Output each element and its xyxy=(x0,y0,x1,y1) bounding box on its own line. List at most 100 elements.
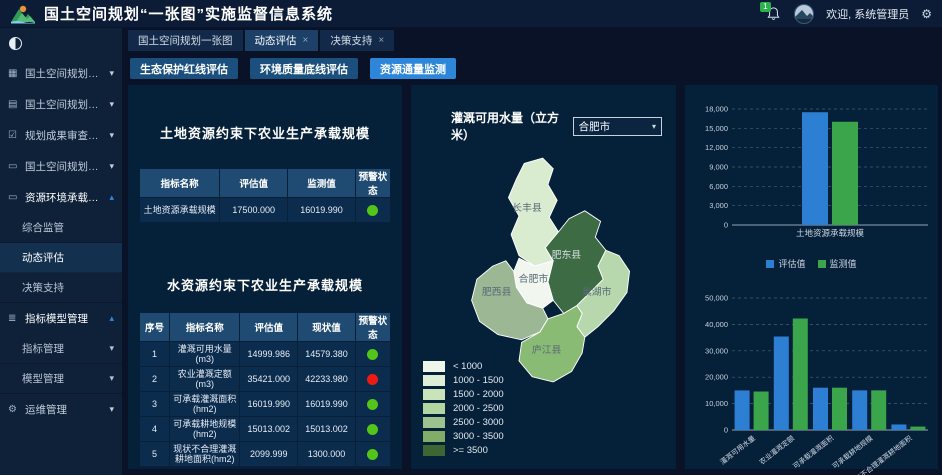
sidebar-subitem-指标管理[interactable]: 指标管理▾ xyxy=(0,334,122,364)
y-tick-label: 40,000 xyxy=(705,320,728,329)
x-tick-label: 可承载灌溉面积 xyxy=(791,433,835,470)
tab-决策支持[interactable]: 决策支持× xyxy=(320,30,394,51)
table-cell: 16019.990 xyxy=(298,392,356,417)
chevron-down-icon: ▾ xyxy=(106,68,114,79)
sidebar-item-5[interactable]: ≣指标模型管理▴ xyxy=(0,303,122,334)
toolbar-button-环境质量底线评估[interactable]: 环境质量底线评估 xyxy=(250,58,358,79)
legend-item-监测值: 监测值 xyxy=(818,257,857,270)
water-chart: 010,00020,00030,00040,00050,000灌溉可用水量农业灌… xyxy=(690,290,934,475)
toolbar-button-生态保护红线评估[interactable]: 生态保护红线评估 xyxy=(130,58,238,79)
app-header: 国土空间规划“一张图”实施监督信息系统 1 欢迎, 系统管理员 ⚙ xyxy=(0,0,942,28)
status-dot-green xyxy=(367,349,378,360)
y-tick-label: 10,000 xyxy=(705,399,728,408)
status-dot-green xyxy=(367,449,378,460)
map-region-label: 长丰县 xyxy=(512,201,542,214)
table-row: 土地资源承载规模17500.00016019.990 xyxy=(140,198,391,223)
legend-swatch xyxy=(423,403,445,414)
table-cell: 土地资源承载规模 xyxy=(140,198,220,223)
table-row: 5现状不合理灌溉耕地面积(hm2)2099.9991300.000 xyxy=(140,442,391,467)
legend-label: < 1000 xyxy=(453,361,482,372)
map-region-label: 肥东县 xyxy=(551,248,581,261)
x-tick-label: 可承载耕地规模 xyxy=(830,433,874,470)
table-cell: 17500.000 xyxy=(220,198,288,223)
bar-监测值 xyxy=(871,390,886,430)
tab-label: 动态评估 xyxy=(255,33,297,48)
status-dot-green xyxy=(367,424,378,435)
land-chart: 03,0006,0009,00012,00015,00018,000土地资源承载… xyxy=(690,101,934,270)
sidebar-item-3[interactable]: ▭国土空间规划监测评估预警▾ xyxy=(0,151,122,182)
status-cell xyxy=(355,442,390,467)
notification-badge: 1 xyxy=(760,2,770,12)
column-header: 序号 xyxy=(140,313,170,342)
map-panel: 灌溉可用水量（立方米） 合肥市 ▾ 长丰县肥东县合肥市肥西县巢湖市庐江县 < 1… xyxy=(411,85,676,469)
notifications-button[interactable]: 1 xyxy=(766,6,782,22)
table-cell: 现状不合理灌溉耕地面积(hm2) xyxy=(170,442,240,467)
tab-国土空间规划一张图[interactable]: 国土空间规划一张图 xyxy=(128,30,243,51)
tab-动态评估[interactable]: 动态评估 × xyxy=(245,30,319,51)
sidebar-subitem-综合监管[interactable]: 综合监管 xyxy=(0,213,122,243)
sidebar-subitem-动态评估[interactable]: 动态评估 xyxy=(0,243,122,273)
table-cell: 14999.986 xyxy=(240,342,298,367)
y-tick-label: 0 xyxy=(723,221,727,230)
map-region-label: 巢湖市 xyxy=(581,285,611,298)
settings-icon[interactable]: ⚙ xyxy=(921,7,932,21)
monitor-icon: ▭ xyxy=(8,161,21,172)
legend-item: 3000 - 3500 xyxy=(423,429,504,443)
analysis-icon: ▤ xyxy=(8,99,21,110)
chevron-down-icon: ▾ xyxy=(106,161,114,172)
close-icon[interactable]: × xyxy=(378,35,384,46)
bar-评估值 xyxy=(802,112,828,225)
toolbar-button-资源通量监测[interactable]: 资源通量监测 xyxy=(370,58,456,79)
sidebar-item-6[interactable]: ⚙运维管理▾ xyxy=(0,394,122,425)
column-header: 监测值 xyxy=(288,169,356,198)
table-row: 2农业灌溉定额(m3)35421.00042233.980 xyxy=(140,367,391,392)
table-header-row: 指标名称评估值监测值预警状态 xyxy=(140,169,391,198)
table-cell: 灌溉可用水量(m3) xyxy=(170,342,240,367)
map-title: 灌溉可用水量（立方米） xyxy=(451,109,573,143)
chevron-up-icon: ▴ xyxy=(106,192,114,203)
city-select[interactable]: 合肥市 ▾ xyxy=(573,117,662,136)
legend-label: 2000 - 2500 xyxy=(453,403,504,414)
column-header: 评估值 xyxy=(220,169,288,198)
legend-item: >= 3500 xyxy=(423,443,504,457)
water-resource-table: 序号指标名称评估值现状值预警状态1灌溉可用水量(m3)14999.9861457… xyxy=(139,312,391,467)
legend-swatch xyxy=(423,375,445,386)
status-dot-red xyxy=(367,374,378,385)
avatar[interactable] xyxy=(794,4,814,24)
table-cell: 可承载灌溉面积(hm2) xyxy=(170,392,240,417)
sidebar-item-label: 运维管理 xyxy=(25,402,67,417)
close-icon[interactable]: × xyxy=(303,35,309,46)
sidebar-subitem-决策支持[interactable]: 决策支持 xyxy=(0,273,122,303)
chart1-legend: 评估值监测值 xyxy=(690,257,934,270)
bar-监测值 xyxy=(910,427,925,430)
legend-item-评估值: 评估值 xyxy=(766,257,805,270)
legend-item: 1000 - 1500 xyxy=(423,373,504,387)
bar-评估值 xyxy=(773,336,788,430)
table-row: 1灌溉可用水量(m3)14999.98614579.380 xyxy=(140,342,391,367)
sidebar-subitem-label: 指标管理 xyxy=(22,341,64,356)
sidebar-item-label: 指标模型管理 xyxy=(25,311,88,326)
y-tick-label: 18,000 xyxy=(705,105,728,114)
map-region-label: 合肥市 xyxy=(518,272,548,285)
status-cell xyxy=(355,367,390,392)
monitor-icon: ▭ xyxy=(8,192,21,203)
check-icon: ☑ xyxy=(8,130,21,141)
map-icon: ▦ xyxy=(8,68,21,79)
sidebar-subitem-label: 决策支持 xyxy=(22,280,64,295)
sidebar-item-2[interactable]: ☑规划成果审查与管理▾ xyxy=(0,120,122,151)
table-cell: 2 xyxy=(140,367,170,392)
sidebar-subitem-模型管理[interactable]: 模型管理▾ xyxy=(0,364,122,394)
column-header: 指标名称 xyxy=(170,313,240,342)
table-cell: 35421.000 xyxy=(240,367,298,392)
y-tick-label: 15,000 xyxy=(705,124,728,133)
sidebar-collapse-toggle[interactable] xyxy=(9,37,22,50)
sidebar-item-1[interactable]: ▤国土空间规划分析评价▾ xyxy=(0,89,122,120)
sidebar-item-4[interactable]: ▭资源环境承载力监测预警▴ xyxy=(0,182,122,213)
table-cell: 3 xyxy=(140,392,170,417)
bar-评估值 xyxy=(852,390,867,430)
column-header: 指标名称 xyxy=(140,169,220,198)
table-cell: 1 xyxy=(140,342,170,367)
legend-label: 2500 - 3000 xyxy=(453,417,504,428)
chevron-down-icon: ▾ xyxy=(106,130,114,141)
sidebar-item-0[interactable]: ▦国土空间规划一张图▾ xyxy=(0,58,122,89)
